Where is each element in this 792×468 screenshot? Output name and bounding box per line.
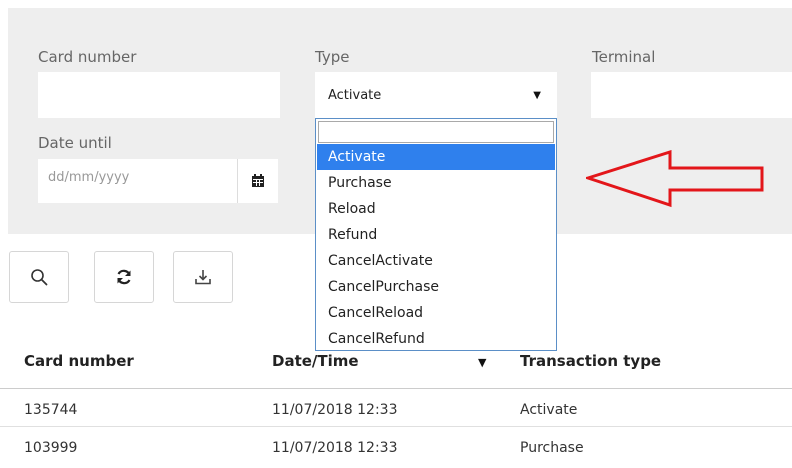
date-until-label: Date until (38, 134, 112, 152)
type-option[interactable]: Purchase (317, 170, 555, 196)
refresh-button[interactable] (94, 251, 154, 303)
cell-date-time: 11/07/2018 12:33 (272, 440, 398, 456)
type-dropdown-search[interactable] (318, 121, 554, 143)
type-option[interactable]: Activate (317, 144, 555, 170)
type-option[interactable]: Reload (317, 196, 555, 222)
cell-card-number: 103999 (24, 440, 78, 456)
type-select[interactable]: Activate ▼ (315, 72, 557, 118)
search-icon (31, 269, 48, 286)
type-option[interactable]: Refund (317, 222, 555, 248)
type-option[interactable]: CancelActivate (317, 248, 555, 274)
type-option[interactable]: CancelReload (317, 300, 555, 326)
table-row[interactable]: 135744 11/07/2018 12:33 Activate (0, 389, 792, 419)
type-select-value: Activate (328, 88, 382, 103)
calendar-button[interactable] (237, 159, 277, 203)
type-option[interactable]: CancelPurchase (317, 274, 555, 300)
calendar-icon (251, 174, 264, 187)
cell-transaction-type: Purchase (520, 440, 584, 456)
type-label: Type (315, 48, 350, 66)
column-header-card-number[interactable]: Card number (24, 352, 134, 370)
download-icon (195, 270, 211, 285)
cell-transaction-type: Activate (520, 402, 578, 418)
annotation-arrow-icon (586, 150, 764, 208)
terminal-input[interactable] (591, 72, 792, 118)
refresh-icon (117, 269, 131, 285)
search-button[interactable] (9, 251, 69, 303)
download-button[interactable] (173, 251, 233, 303)
terminal-label: Terminal (592, 48, 656, 66)
cell-card-number: 135744 (24, 402, 78, 418)
type-dropdown-list: Activate Purchase Reload Refund CancelAc… (315, 118, 557, 351)
column-header-date-time[interactable]: Date/Time (272, 352, 359, 370)
column-header-transaction-type[interactable]: Transaction type (520, 352, 661, 370)
type-option[interactable]: CancelRefund (317, 326, 555, 352)
table-row[interactable]: 103999 11/07/2018 12:33 Purchase (0, 427, 792, 457)
sort-desc-icon[interactable]: ▼ (478, 356, 486, 369)
cell-date-time: 11/07/2018 12:33 (272, 402, 398, 418)
card-number-label: Card number (38, 48, 137, 66)
chevron-down-icon: ▼ (533, 90, 541, 101)
card-number-input[interactable] (38, 72, 280, 118)
date-until-input[interactable]: dd/mm/yyyy (38, 159, 278, 203)
date-until-placeholder: dd/mm/yyyy (48, 170, 130, 185)
